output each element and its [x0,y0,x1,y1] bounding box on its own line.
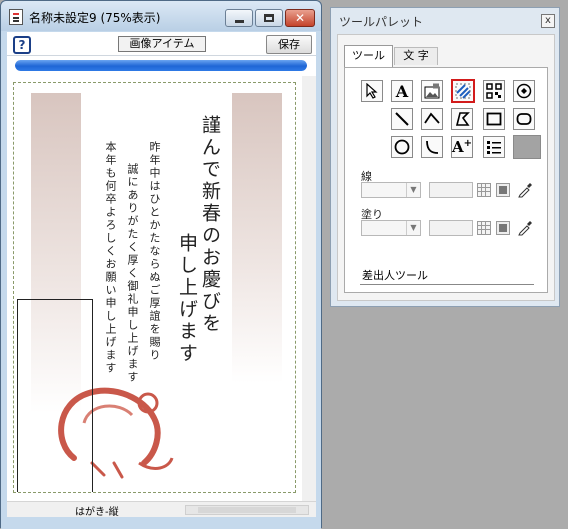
image-icon[interactable] [421,80,443,102]
tool-name-field: 差出人ツール [360,267,534,285]
greeting-title-line-1: 謹んで新春のお慶びを [199,115,221,335]
fill-eyedropper-icon[interactable] [517,220,533,236]
vertical-scrollbar[interactable] [302,76,316,501]
palette-title: ツールパレット [339,15,424,29]
greeting-body-line-2: 誠にありがたく厚く御礼申し上げます [126,163,139,384]
fill-color-button[interactable] [496,221,510,235]
list-icon[interactable] [483,136,505,158]
line-pattern-button[interactable] [477,183,491,197]
polyline-icon[interactable] [421,108,443,130]
arc-icon[interactable] [421,136,443,158]
decorative-band-right [232,93,282,383]
horizontal-scroll-thumb[interactable] [198,507,296,513]
arrow-icon[interactable] [361,80,383,102]
greeting-title-line-2: 申し上げます [176,233,198,365]
rectangle-icon[interactable] [483,108,505,130]
save-button[interactable]: 保存 [266,35,312,54]
polygon-icon[interactable] [451,108,473,130]
greeting-body-line-1: 昨年中はひとかたならぬご厚誼を賜り [148,141,161,362]
line-color-button[interactable] [496,183,510,197]
palette-close-button[interactable]: x [541,14,555,28]
text-A-icon[interactable]: A [391,80,413,102]
progress-bar [15,60,307,71]
progress-area [7,56,316,76]
ellipse-icon[interactable] [391,136,413,158]
progress-fill [15,60,307,71]
close-button[interactable]: ✕ [285,9,315,27]
status-bar: はがき-縦 [7,501,316,518]
line-eyedropper-icon[interactable] [517,182,533,198]
line-color-field[interactable] [429,182,473,198]
clip-icon[interactable] [451,79,475,103]
document-window: 名称未設定9 (75%表示) ✕ ? 画像アイテム 保存 謹んで新春のお慶びを … [0,0,322,529]
chevron-down-icon: ▼ [406,183,420,197]
fill-style-select[interactable]: ▼ [361,220,421,236]
paper-size-label: はがき-縦 [75,507,119,518]
selection-frame[interactable] [17,299,93,492]
minimize-button[interactable] [225,9,253,27]
greeting-body-line-3: 本年も何卒よろしくお願い申し上げます [104,141,117,375]
document-app-icon [9,9,23,25]
document-toolbar: ? 画像アイテム 保存 [7,32,316,56]
image-item-label: 画像アイテム [118,36,206,52]
document-titlebar[interactable]: 名称未設定9 (75%表示) ✕ [1,1,321,31]
gray-swatch[interactable] [513,135,541,159]
minimize-icon [234,19,244,23]
tab-text[interactable]: 文 字 [394,47,438,65]
chevron-down-icon: ▼ [406,221,420,235]
rounded-rect-icon[interactable] [513,108,535,130]
close-icon: ✕ [294,11,306,25]
help-button[interactable]: ? [13,36,31,54]
maximize-icon [264,14,274,22]
stamp-icon[interactable] [513,80,535,102]
palette-body: ツール 文 字 A A + 線 ▼ 塗り ▼ 差出人ツール [337,34,555,301]
canvas-area[interactable]: 謹んで新春のお慶びを 申し上げます 昨年中はひとかたならぬご厚誼を賜り 誠にあり… [7,76,316,501]
fill-pattern-button[interactable] [477,221,491,235]
qrcode-icon[interactable] [483,80,505,102]
tool-palette-window: ツールパレット x ツール 文 字 A A + 線 ▼ 塗り ▼ 差出人ツール [330,7,560,307]
tab-tools[interactable]: ツール [344,45,393,67]
text-add-icon[interactable]: A + [451,136,473,158]
maximize-button[interactable] [255,9,283,27]
tools-panel: A A + 線 ▼ 塗り ▼ [344,67,548,293]
postcard[interactable]: 謹んで新春のお慶びを 申し上げます 昨年中はひとかたならぬご厚誼を賜り 誠にあり… [13,82,296,493]
fill-color-field[interactable] [429,220,473,236]
document-title: 名称未設定9 (75%表示) [29,11,161,25]
document-window-bottom-border [1,517,321,529]
line-style-select[interactable]: ▼ [361,182,421,198]
line-icon[interactable] [391,108,413,130]
horizontal-scrollbar[interactable] [185,505,309,515]
